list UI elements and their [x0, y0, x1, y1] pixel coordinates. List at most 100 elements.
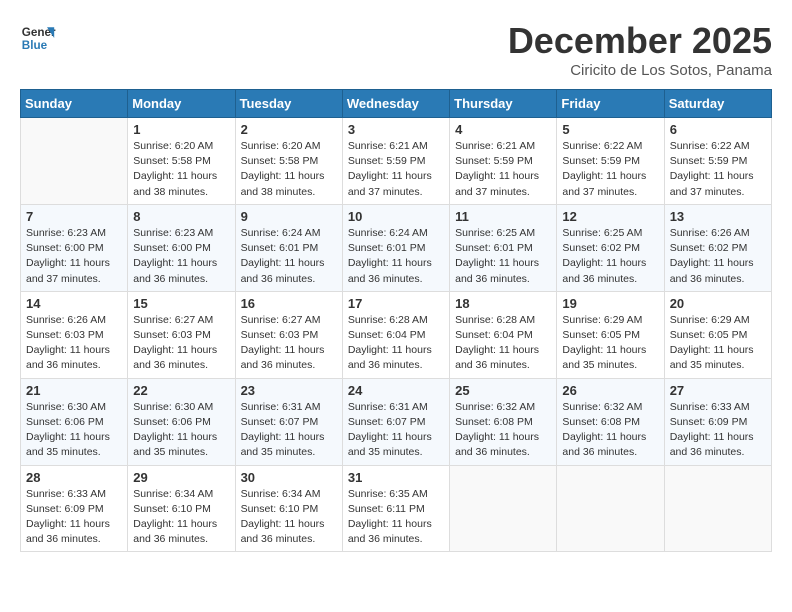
- calendar-day-cell: 28 Sunrise: 6:33 AM Sunset: 6:09 PM Dayli…: [21, 465, 128, 552]
- calendar-day-cell: [664, 465, 771, 552]
- page-header: General Blue December 2025 Ciricito de L…: [20, 20, 772, 79]
- day-info: Sunrise: 6:32 AM Sunset: 6:08 PM Dayligh…: [562, 400, 658, 461]
- day-info: Sunrise: 6:30 AM Sunset: 6:06 PM Dayligh…: [133, 400, 229, 461]
- logo-icon: General Blue: [20, 20, 56, 56]
- logo: General Blue: [20, 20, 56, 56]
- day-number: 10: [348, 209, 444, 224]
- day-number: 18: [455, 296, 551, 311]
- day-number: 22: [133, 383, 229, 398]
- location: Ciricito de Los Sotos, Panama: [508, 62, 772, 79]
- day-info: Sunrise: 6:23 AM Sunset: 6:00 PM Dayligh…: [26, 226, 122, 287]
- day-of-week-header: Thursday: [450, 90, 557, 118]
- day-info: Sunrise: 6:28 AM Sunset: 6:04 PM Dayligh…: [348, 313, 444, 374]
- day-number: 12: [562, 209, 658, 224]
- day-of-week-header: Tuesday: [235, 90, 342, 118]
- title-block: December 2025 Ciricito de Los Sotos, Pan…: [508, 20, 772, 79]
- day-number: 19: [562, 296, 658, 311]
- calendar-day-cell: 4 Sunrise: 6:21 AM Sunset: 5:59 PM Daylig…: [450, 118, 557, 205]
- day-number: 7: [26, 209, 122, 224]
- day-number: 9: [241, 209, 337, 224]
- day-number: 14: [26, 296, 122, 311]
- day-number: 26: [562, 383, 658, 398]
- day-info: Sunrise: 6:21 AM Sunset: 5:59 PM Dayligh…: [348, 139, 444, 200]
- day-number: 13: [670, 209, 766, 224]
- day-info: Sunrise: 6:30 AM Sunset: 6:06 PM Dayligh…: [26, 400, 122, 461]
- day-info: Sunrise: 6:23 AM Sunset: 6:00 PM Dayligh…: [133, 226, 229, 287]
- calendar-day-cell: 16 Sunrise: 6:27 AM Sunset: 6:03 PM Dayli…: [235, 291, 342, 378]
- day-number: 11: [455, 209, 551, 224]
- calendar-table: SundayMondayTuesdayWednesdayThursdayFrid…: [20, 89, 772, 552]
- day-info: Sunrise: 6:28 AM Sunset: 6:04 PM Dayligh…: [455, 313, 551, 374]
- day-info: Sunrise: 6:35 AM Sunset: 6:11 PM Dayligh…: [348, 487, 444, 548]
- calendar-day-cell: 18 Sunrise: 6:28 AM Sunset: 6:04 PM Dayli…: [450, 291, 557, 378]
- calendar-day-cell: 21 Sunrise: 6:30 AM Sunset: 6:06 PM Dayli…: [21, 378, 128, 465]
- day-of-week-header: Friday: [557, 90, 664, 118]
- day-number: 21: [26, 383, 122, 398]
- day-info: Sunrise: 6:27 AM Sunset: 6:03 PM Dayligh…: [241, 313, 337, 374]
- day-number: 25: [455, 383, 551, 398]
- day-number: 15: [133, 296, 229, 311]
- day-number: 31: [348, 470, 444, 485]
- day-info: Sunrise: 6:20 AM Sunset: 5:58 PM Dayligh…: [241, 139, 337, 200]
- day-number: 16: [241, 296, 337, 311]
- day-number: 24: [348, 383, 444, 398]
- day-of-week-header: Monday: [128, 90, 235, 118]
- calendar-day-cell: 17 Sunrise: 6:28 AM Sunset: 6:04 PM Dayli…: [342, 291, 449, 378]
- calendar-day-cell: [450, 465, 557, 552]
- calendar-day-cell: 12 Sunrise: 6:25 AM Sunset: 6:02 PM Dayli…: [557, 204, 664, 291]
- calendar-week-row: 1 Sunrise: 6:20 AM Sunset: 5:58 PM Daylig…: [21, 118, 772, 205]
- day-number: 6: [670, 122, 766, 137]
- day-info: Sunrise: 6:32 AM Sunset: 6:08 PM Dayligh…: [455, 400, 551, 461]
- day-info: Sunrise: 6:26 AM Sunset: 6:02 PM Dayligh…: [670, 226, 766, 287]
- day-info: Sunrise: 6:22 AM Sunset: 5:59 PM Dayligh…: [562, 139, 658, 200]
- calendar-day-cell: 14 Sunrise: 6:26 AM Sunset: 6:03 PM Dayli…: [21, 291, 128, 378]
- calendar-day-cell: 8 Sunrise: 6:23 AM Sunset: 6:00 PM Daylig…: [128, 204, 235, 291]
- day-info: Sunrise: 6:25 AM Sunset: 6:02 PM Dayligh…: [562, 226, 658, 287]
- month-title: December 2025: [508, 20, 772, 62]
- day-number: 8: [133, 209, 229, 224]
- day-info: Sunrise: 6:27 AM Sunset: 6:03 PM Dayligh…: [133, 313, 229, 374]
- day-info: Sunrise: 6:33 AM Sunset: 6:09 PM Dayligh…: [670, 400, 766, 461]
- day-info: Sunrise: 6:26 AM Sunset: 6:03 PM Dayligh…: [26, 313, 122, 374]
- day-number: 28: [26, 470, 122, 485]
- calendar-day-cell: 23Sunrise: 6:31 AM Sunset: 6:07 PM Dayli…: [235, 378, 342, 465]
- day-info: Sunrise: 6:31 AM Sunset: 6:07 PM Dayligh…: [241, 400, 337, 461]
- calendar-day-cell: 19Sunrise: 6:29 AM Sunset: 6:05 PM Dayli…: [557, 291, 664, 378]
- day-info: Sunrise: 6:34 AM Sunset: 6:10 PM Dayligh…: [133, 487, 229, 548]
- day-of-week-header: Sunday: [21, 90, 128, 118]
- day-number: 1: [133, 122, 229, 137]
- calendar-day-cell: 13 Sunrise: 6:26 AM Sunset: 6:02 PM Dayli…: [664, 204, 771, 291]
- day-info: Sunrise: 6:21 AM Sunset: 5:59 PM Dayligh…: [455, 139, 551, 200]
- calendar-day-cell: 31 Sunrise: 6:35 AM Sunset: 6:11 PM Dayli…: [342, 465, 449, 552]
- calendar-day-cell: 7 Sunrise: 6:23 AM Sunset: 6:00 PM Daylig…: [21, 204, 128, 291]
- calendar-day-cell: 20 Sunrise: 6:29 AM Sunset: 6:05 PM Dayli…: [664, 291, 771, 378]
- calendar-day-cell: 24Sunrise: 6:31 AM Sunset: 6:07 PM Dayli…: [342, 378, 449, 465]
- calendar-day-cell: 30Sunrise: 6:34 AM Sunset: 6:10 PM Dayli…: [235, 465, 342, 552]
- calendar-day-cell: [21, 118, 128, 205]
- calendar-day-cell: 9Sunrise: 6:24 AM Sunset: 6:01 PM Daylig…: [235, 204, 342, 291]
- calendar-day-cell: 3Sunrise: 6:21 AM Sunset: 5:59 PM Daylig…: [342, 118, 449, 205]
- day-info: Sunrise: 6:24 AM Sunset: 6:01 PM Dayligh…: [348, 226, 444, 287]
- day-of-week-header: Saturday: [664, 90, 771, 118]
- calendar-week-row: 21 Sunrise: 6:30 AM Sunset: 6:06 PM Dayli…: [21, 378, 772, 465]
- day-number: 17: [348, 296, 444, 311]
- calendar-day-cell: 11 Sunrise: 6:25 AM Sunset: 6:01 PM Dayli…: [450, 204, 557, 291]
- day-number: 27: [670, 383, 766, 398]
- day-number: 2: [241, 122, 337, 137]
- calendar-day-cell: 2 Sunrise: 6:20 AM Sunset: 5:58 PM Daylig…: [235, 118, 342, 205]
- day-info: Sunrise: 6:33 AM Sunset: 6:09 PM Dayligh…: [26, 487, 122, 548]
- calendar-header-row: SundayMondayTuesdayWednesdayThursdayFrid…: [21, 90, 772, 118]
- calendar-day-cell: 22 Sunrise: 6:30 AM Sunset: 6:06 PM Dayli…: [128, 378, 235, 465]
- calendar-week-row: 14 Sunrise: 6:26 AM Sunset: 6:03 PM Dayli…: [21, 291, 772, 378]
- day-info: Sunrise: 6:25 AM Sunset: 6:01 PM Dayligh…: [455, 226, 551, 287]
- day-info: Sunrise: 6:34 AM Sunset: 6:10 PM Dayligh…: [241, 487, 337, 548]
- day-number: 20: [670, 296, 766, 311]
- day-info: Sunrise: 6:20 AM Sunset: 5:58 PM Dayligh…: [133, 139, 229, 200]
- day-number: 5: [562, 122, 658, 137]
- calendar-week-row: 28 Sunrise: 6:33 AM Sunset: 6:09 PM Dayli…: [21, 465, 772, 552]
- day-info: Sunrise: 6:29 AM Sunset: 6:05 PM Dayligh…: [670, 313, 766, 374]
- calendar-day-cell: 5 Sunrise: 6:22 AM Sunset: 5:59 PM Daylig…: [557, 118, 664, 205]
- calendar-day-cell: 27 Sunrise: 6:33 AM Sunset: 6:09 PM Dayli…: [664, 378, 771, 465]
- svg-text:Blue: Blue: [22, 39, 48, 52]
- day-number: 4: [455, 122, 551, 137]
